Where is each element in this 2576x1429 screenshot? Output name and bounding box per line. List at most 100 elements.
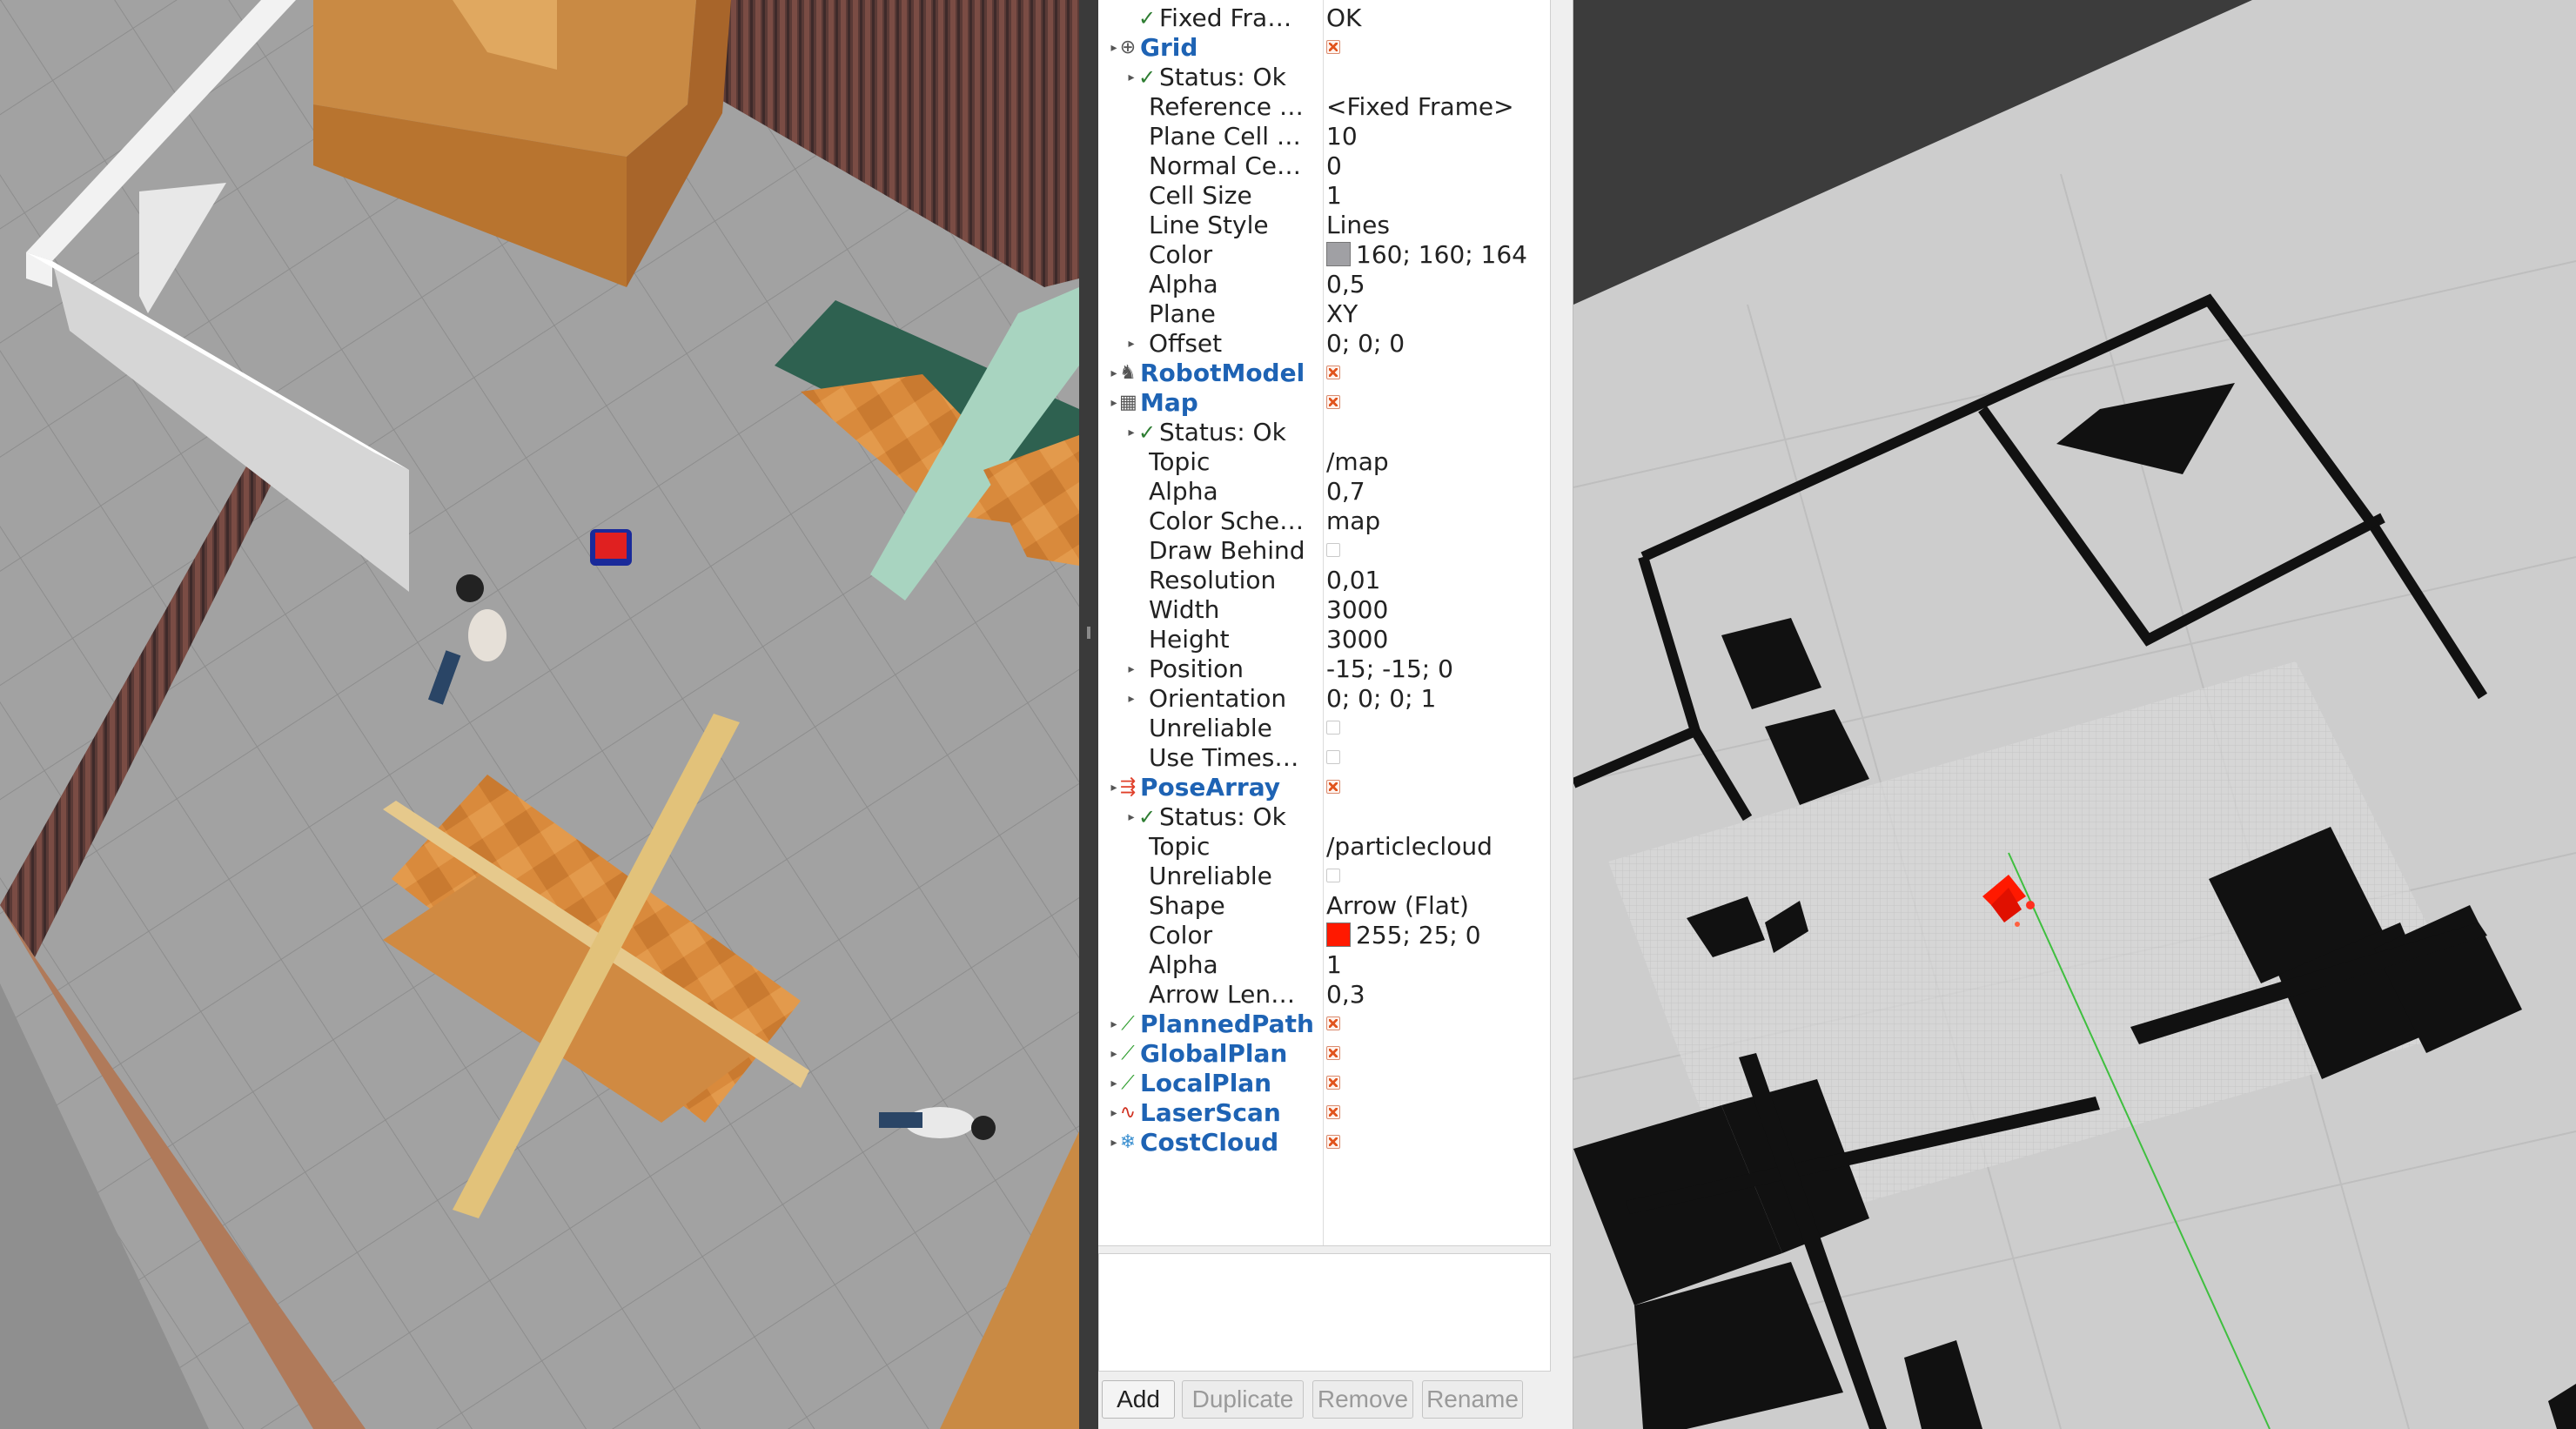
property-row[interactable]: Alpha 0,5: [1098, 270, 1550, 299]
property-value[interactable]: 160; 160; 164: [1326, 240, 1547, 270]
display-row-grid[interactable]: ▸ ⊕ Grid: [1098, 33, 1550, 63]
enabled-checkbox[interactable]: [1326, 1105, 1340, 1119]
property-row[interactable]: Draw Behind: [1098, 536, 1550, 566]
property-value[interactable]: [1326, 862, 1547, 891]
property-value[interactable]: Arrow (Flat): [1326, 891, 1547, 921]
rename-display-button[interactable]: Rename: [1422, 1380, 1523, 1419]
display-row-localplan[interactable]: ▸ ⟋ LocalPlan: [1098, 1069, 1550, 1098]
expand-arrow-icon[interactable]: ▸: [1124, 684, 1138, 714]
property-row[interactable]: Height 3000: [1098, 625, 1550, 654]
property-value[interactable]: [1326, 714, 1547, 743]
property-value[interactable]: [1326, 743, 1547, 773]
property-value[interactable]: [1326, 1128, 1547, 1157]
display-row-map[interactable]: ▸ ▦ Map: [1098, 388, 1550, 418]
property-row[interactable]: Color 160; 160; 164: [1098, 240, 1550, 270]
expand-arrow-icon[interactable]: ▸: [1124, 654, 1138, 684]
color-swatch[interactable]: [1326, 922, 1351, 947]
property-row[interactable]: Width 3000: [1098, 595, 1550, 625]
color-swatch[interactable]: [1326, 242, 1351, 266]
enabled-checkbox[interactable]: [1326, 1016, 1340, 1030]
property-value[interactable]: [1326, 1039, 1547, 1069]
property-row[interactable]: ▸ ✓ Status: Ok: [1098, 63, 1550, 92]
property-value[interactable]: [1326, 359, 1547, 388]
property-value[interactable]: 1: [1326, 181, 1547, 211]
property-row[interactable]: Alpha 1: [1098, 950, 1550, 980]
enabled-checkbox[interactable]: [1326, 721, 1340, 735]
property-row[interactable]: Line Style Lines: [1098, 211, 1550, 240]
property-value[interactable]: 0; 0; 0: [1326, 329, 1547, 359]
expand-arrow-icon[interactable]: ▸: [1124, 418, 1138, 447]
property-row[interactable]: Unreliable: [1098, 714, 1550, 743]
property-value[interactable]: -15; -15; 0: [1326, 654, 1547, 684]
property-value[interactable]: 0,01: [1326, 566, 1547, 595]
duplicate-display-button[interactable]: Duplicate: [1182, 1380, 1304, 1419]
property-row[interactable]: Arrow Len… 0,3: [1098, 980, 1550, 1010]
property-value[interactable]: 0,5: [1326, 270, 1547, 299]
property-row[interactable]: Color Sche… map: [1098, 507, 1550, 536]
property-row[interactable]: Resolution 0,01: [1098, 566, 1550, 595]
expand-arrow-icon[interactable]: ▸: [1124, 329, 1138, 359]
property-value[interactable]: OK: [1326, 3, 1547, 33]
expand-arrow-icon[interactable]: [1121, 3, 1135, 33]
display-row-posearray[interactable]: ▸ ⇶ PoseArray: [1098, 773, 1550, 802]
enabled-checkbox[interactable]: [1326, 750, 1340, 764]
property-value[interactable]: /map: [1326, 447, 1547, 477]
property-row[interactable]: Topic/particlecloud: [1098, 832, 1550, 862]
property-row[interactable]: ▸ Offset 0; 0; 0: [1098, 329, 1550, 359]
display-row-globalplan[interactable]: ▸ ⟋ GlobalPlan: [1098, 1039, 1550, 1069]
displays-tree[interactable]: ✓ Fixed Fra… OK ▸ ⊕ Grid ▸ ✓ Status: Ok Reference…: [1098, 0, 1551, 1246]
add-display-button[interactable]: Add: [1102, 1380, 1175, 1419]
enabled-checkbox[interactable]: [1326, 1135, 1340, 1149]
enabled-checkbox[interactable]: [1326, 366, 1340, 379]
property-value[interactable]: [1326, 33, 1547, 63]
property-row[interactable]: ▸ ✓ Status: Ok: [1098, 802, 1550, 832]
property-value[interactable]: [1326, 536, 1547, 566]
property-value[interactable]: 0: [1326, 151, 1547, 181]
property-value[interactable]: 255; 25; 0: [1326, 921, 1547, 950]
property-value[interactable]: /particlecloud: [1326, 832, 1547, 862]
property-value[interactable]: 0,3: [1326, 980, 1547, 1010]
property-row[interactable]: Alpha 0,7: [1098, 477, 1550, 507]
property-row[interactable]: Plane XY: [1098, 299, 1550, 329]
property-row[interactable]: Color 255; 25; 0: [1098, 921, 1550, 950]
property-row[interactable]: Cell Size 1: [1098, 181, 1550, 211]
property-value[interactable]: 3000: [1326, 625, 1547, 654]
property-row[interactable]: ▸ ✓ Status: Ok: [1098, 418, 1550, 447]
gazebo-3d-viewport[interactable]: [0, 0, 1079, 1429]
property-row[interactable]: Normal Ce… 0: [1098, 151, 1550, 181]
enabled-checkbox[interactable]: [1326, 40, 1340, 54]
enabled-checkbox[interactable]: [1326, 1046, 1340, 1060]
property-value[interactable]: 0; 0; 0; 1: [1326, 684, 1547, 714]
enabled-checkbox[interactable]: [1326, 395, 1340, 409]
property-value[interactable]: Lines: [1326, 211, 1547, 240]
property-value[interactable]: 0,7: [1326, 477, 1547, 507]
view-splitter[interactable]: [1079, 0, 1098, 1429]
rviz-3d-viewport[interactable]: [1573, 0, 2576, 1429]
property-row[interactable]: Topic/map: [1098, 447, 1550, 477]
enabled-checkbox[interactable]: [1326, 1076, 1340, 1090]
remove-display-button[interactable]: Remove: [1312, 1380, 1413, 1419]
enabled-checkbox[interactable]: [1326, 869, 1340, 882]
display-row-robotmodel[interactable]: ▸ ♞ RobotModel: [1098, 359, 1550, 388]
property-row[interactable]: Reference … <Fixed Frame>: [1098, 92, 1550, 122]
expand-arrow-icon[interactable]: ▸: [1124, 802, 1138, 832]
property-value[interactable]: [1326, 1010, 1547, 1039]
property-row[interactable]: ▸ Orientation 0; 0; 0; 1: [1098, 684, 1550, 714]
property-value[interactable]: map: [1326, 507, 1547, 536]
enabled-checkbox[interactable]: [1326, 543, 1340, 557]
property-row[interactable]: ✓ Fixed Fra… OK: [1098, 3, 1550, 33]
property-row[interactable]: Unreliable: [1098, 862, 1550, 891]
property-value[interactable]: [1326, 1098, 1547, 1128]
property-value[interactable]: [1326, 773, 1547, 802]
property-row[interactable]: Use Times…: [1098, 743, 1550, 773]
display-row-costcloud[interactable]: ▸ ❄ CostCloud: [1098, 1128, 1550, 1157]
property-value[interactable]: 10: [1326, 122, 1547, 151]
property-row[interactable]: ▸ Position -15; -15; 0: [1098, 654, 1550, 684]
property-row[interactable]: Shape Arrow (Flat): [1098, 891, 1550, 921]
property-value[interactable]: 3000: [1326, 595, 1547, 625]
property-value[interactable]: <Fixed Frame>: [1326, 92, 1547, 122]
expand-arrow-icon[interactable]: ▸: [1124, 63, 1138, 92]
property-value[interactable]: XY: [1326, 299, 1547, 329]
display-row-plannedpath[interactable]: ▸ ⟋ PlannedPath: [1098, 1010, 1550, 1039]
property-value[interactable]: [1326, 388, 1547, 418]
